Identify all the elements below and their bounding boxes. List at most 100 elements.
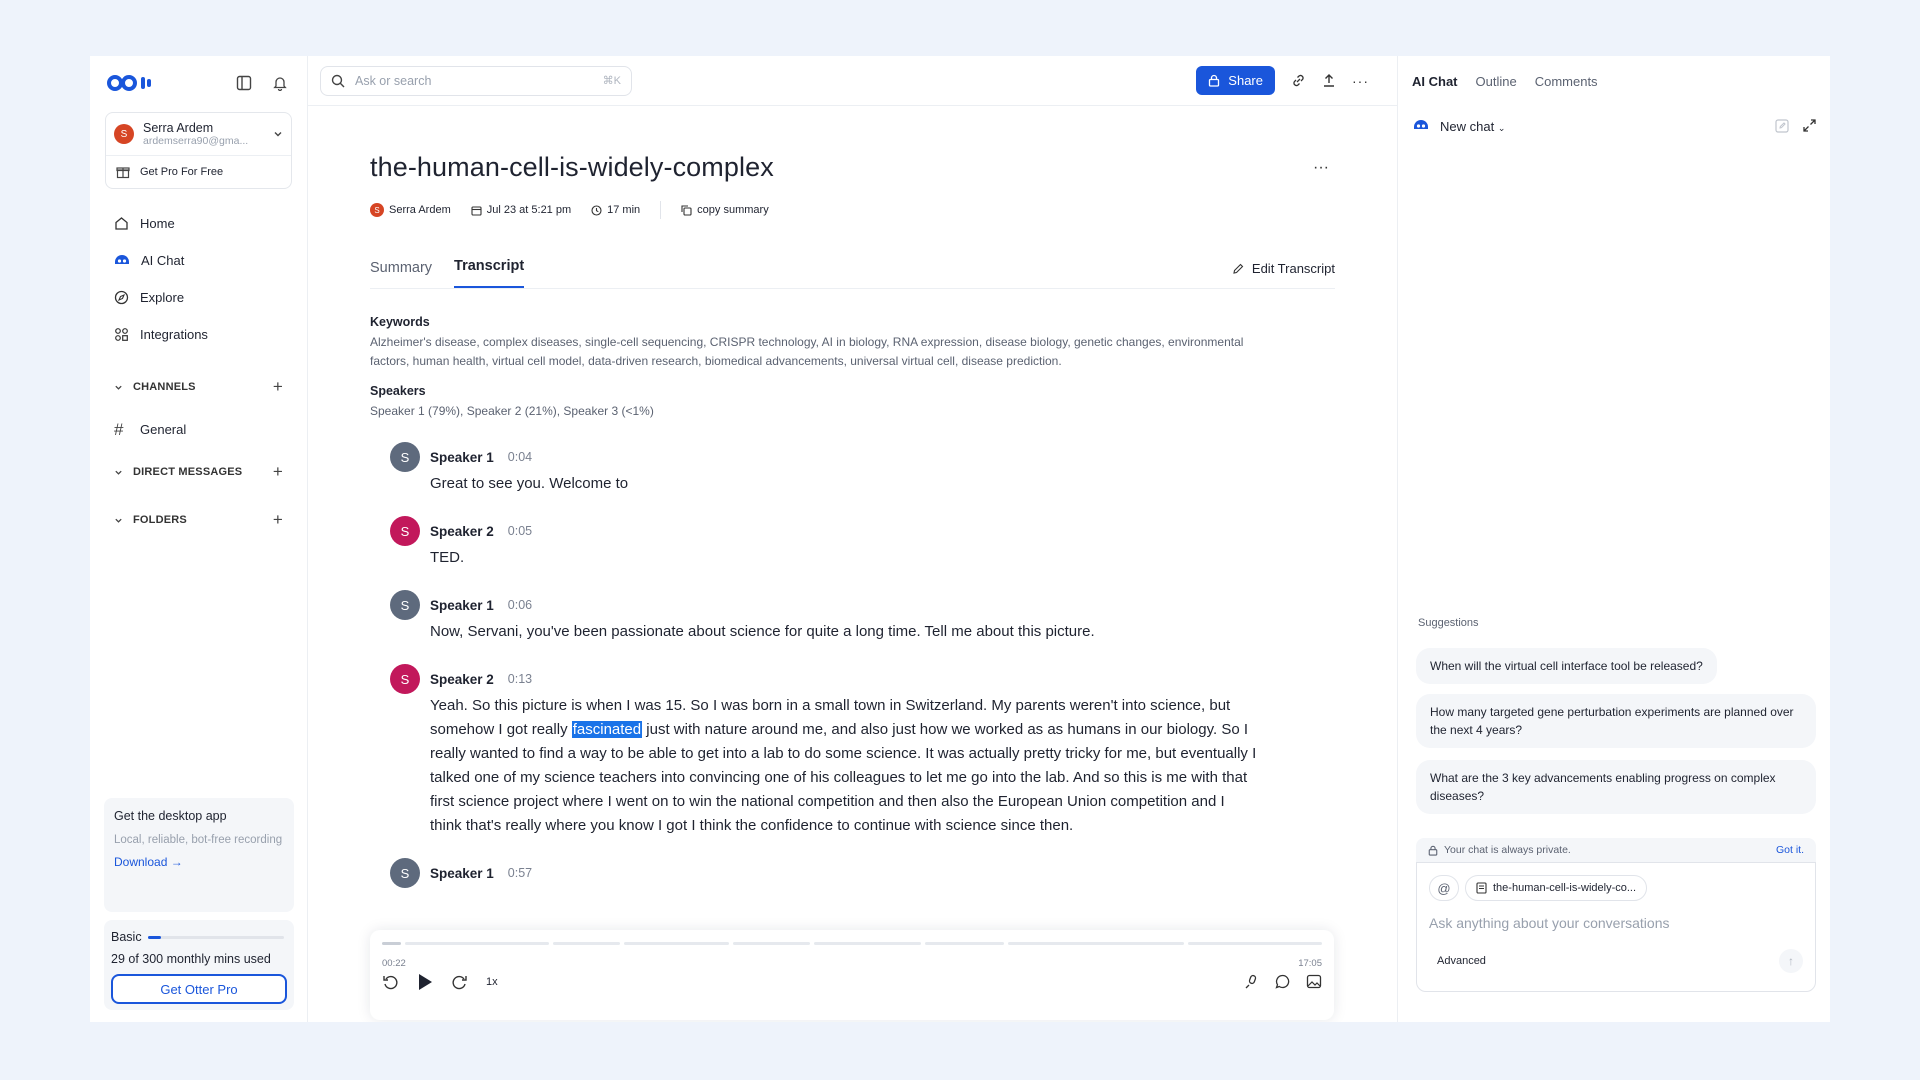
meeting-duration: 17 min [607,204,641,216]
advanced-button[interactable]: Advanced [1429,955,1486,967]
context-file-chip[interactable]: the-human-cell-is-widely-co... [1465,875,1648,901]
timestamp[interactable]: 0:13 [508,672,532,686]
download-link[interactable]: Download → [114,855,284,869]
link-icon[interactable] [1291,73,1306,88]
add-channel-icon[interactable]: + [273,377,283,397]
bell-icon[interactable] [270,73,290,93]
chevron-down-icon [114,516,123,525]
rewind-icon[interactable] [382,974,399,991]
transcript-segment[interactable]: S Speaker 1 0:06 Now, Servani, you've bee… [390,590,1260,644]
image-icon[interactable] [1306,974,1322,990]
plan-usage: 29 of 300 monthly mins used [111,952,271,966]
timestamp[interactable]: 0:06 [508,598,532,612]
speaker-name[interactable]: Speaker 1 [430,866,494,881]
transcript-segment[interactable]: S Speaker 1 0:57 [390,858,1260,888]
export-icon[interactable] [1322,73,1336,88]
otter-logo[interactable] [107,75,151,91]
share-button[interactable]: Share [1196,66,1275,95]
search-shortcut: ⌘K [602,75,621,87]
desktop-app-title: Get the desktop app [114,809,227,823]
chat-header: New chat ⌄ [1398,118,1830,134]
add-folder-icon[interactable]: + [273,510,283,530]
mention-button[interactable]: @ [1429,875,1459,901]
calendar-icon [471,205,482,216]
expand-icon[interactable] [1803,119,1816,133]
compose-icon[interactable] [1775,119,1789,133]
sidebar-item-ai-chat[interactable]: AI Chat [90,242,307,279]
direct-messages-section[interactable]: DIRECT MESSAGES + [90,448,307,496]
sidebar-item-label: Home [140,216,175,231]
plan-name: Basic [111,930,142,944]
speakers-text: Speaker 1 (79%), Speaker 2 (21%), Speake… [370,404,654,418]
account-switcher[interactable]: S Serra Ardem ardemserra90@gma... [106,113,291,156]
main-nav: Home AI Chat Explore Integrations CHANNE… [90,205,307,544]
segment-text: Now, Servani, you've been passionate abo… [430,623,1095,640]
get-otter-pro-button[interactable]: Get Otter Pro [111,974,287,1004]
send-icon[interactable]: ↑ [1779,949,1803,973]
main-content: Ask or search ⌘K Share ··· the-human-cel… [308,56,1398,1022]
get-pro-link[interactable]: Get Pro For Free [106,156,291,188]
suggestion-chip[interactable]: When will the virtual cell interface too… [1416,648,1717,684]
suggestion-chip[interactable]: How many targeted gene perturbation expe… [1416,694,1816,748]
tab-summary[interactable]: Summary [370,260,432,288]
got-it-link[interactable]: Got it. [1776,844,1804,856]
arrow-right-icon: → [170,855,183,869]
desktop-app-subtitle: Local, reliable, bot-free recording [114,834,283,846]
speaker-avatar: S [390,442,420,472]
document-tabs: Summary Transcript Edit Transcript [370,253,1335,289]
comment-icon[interactable] [1275,974,1290,990]
transcript-segment[interactable]: S Speaker 2 0:13 Yeah. So this picture is… [390,664,1260,838]
tab-comments[interactable]: Comments [1535,74,1598,89]
transcript-segment[interactable]: S Speaker 2 0:05 TED. [390,516,1260,570]
sidebar-item-integrations[interactable]: Integrations [90,316,307,353]
suggestion-chip[interactable]: What are the 3 key advancements enabling… [1416,760,1816,814]
add-dm-icon[interactable]: + [273,462,283,482]
play-icon[interactable] [417,973,433,991]
hash-icon: # [114,419,124,439]
sidebar-item-label: General [140,422,187,437]
channels-section[interactable]: CHANNELS + [90,363,307,411]
ai-chat-icon [114,253,130,269]
played-segment [382,942,402,945]
playback-speed[interactable]: 1x [486,976,498,988]
more-options-icon[interactable]: ··· [1313,159,1329,177]
timestamp[interactable]: 0:04 [508,450,532,464]
keywords-heading: Keywords [370,315,430,329]
copy-summary-button[interactable]: copy summary [681,204,769,216]
sidebar-toggle-icon[interactable] [234,73,254,93]
new-chat-dropdown[interactable]: New chat ⌄ [1440,119,1505,134]
microphone-icon[interactable] [1244,974,1259,990]
speaker-name[interactable]: Speaker 2 [430,672,494,687]
highlighted-word[interactable]: fascinated [571,721,643,738]
transcript-segment[interactable]: S Speaker 1 0:04 Great to see you. Welcom… [390,442,1260,496]
chevron-down-icon: ⌄ [1497,122,1506,133]
edit-transcript-button[interactable]: Edit Transcript [1232,261,1335,288]
speaker-name[interactable]: Speaker 1 [430,450,494,465]
sidebar-item-home[interactable]: Home [90,205,307,242]
playback-scrubber[interactable] [382,942,1323,945]
sidebar-item-general[interactable]: # General [90,411,307,448]
tab-ai-chat[interactable]: AI Chat [1412,74,1458,89]
account-card: S Serra Ardem ardemserra90@gma... Get Pr… [105,112,292,189]
document-icon [1476,882,1487,894]
section-label: CHANNELS [133,381,196,393]
forward-icon[interactable] [451,974,468,991]
segment-text: Great to see you. Welcome to [430,475,629,492]
more-icon[interactable]: ··· [1352,73,1369,89]
tab-outline[interactable]: Outline [1476,74,1517,89]
avatar: S [114,124,134,144]
gift-icon [116,165,130,179]
folders-section[interactable]: FOLDERS + [90,496,307,544]
desktop-app-card: Get the desktop app Local, reliable, bot… [104,798,294,912]
tab-transcript[interactable]: Transcript [454,258,525,288]
top-bar: Ask or search ⌘K Share ··· [308,56,1397,106]
usage-progress-bar [147,935,284,939]
sidebar-item-explore[interactable]: Explore [90,279,307,316]
speaker-name[interactable]: Speaker 2 [430,524,494,539]
timestamp[interactable]: 0:57 [508,866,532,880]
timestamp[interactable]: 0:05 [508,524,532,538]
search-input[interactable]: Ask or search ⌘K [320,65,632,96]
speaker-name[interactable]: Speaker 1 [430,598,494,613]
meeting-date: Jul 23 at 5:21 pm [486,204,572,216]
chat-input[interactable]: Ask anything about your conversations [1429,915,1803,931]
